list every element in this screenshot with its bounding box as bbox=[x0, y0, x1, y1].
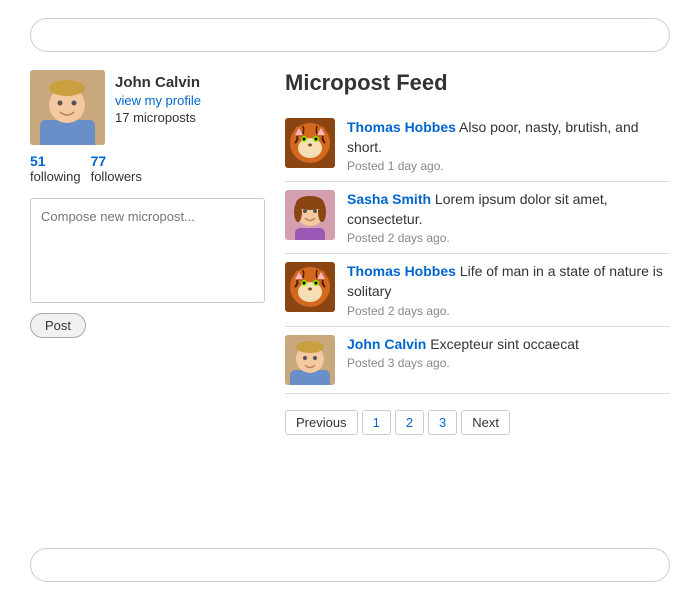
following-count[interactable]: 51 bbox=[30, 153, 46, 169]
feed-item: Thomas Hobbes Also poor, nasty, brutish,… bbox=[285, 110, 670, 182]
main-content: John Calvin view my profile 17 micropost… bbox=[30, 70, 670, 530]
following-group: 51 following bbox=[30, 153, 81, 184]
pagination: Previous 1 2 3 Next bbox=[285, 410, 670, 435]
post-button[interactable]: Post bbox=[30, 313, 86, 338]
user-details: John Calvin view my profile 17 micropost… bbox=[115, 70, 201, 125]
pagination-page-2[interactable]: 2 bbox=[395, 410, 424, 435]
followers-group: 77 followers bbox=[91, 153, 142, 184]
feed-author-2[interactable]: Thomas Hobbes bbox=[347, 263, 456, 279]
feed-time-1: Posted 2 days ago. bbox=[347, 231, 670, 245]
feed-author-3[interactable]: John Calvin bbox=[347, 336, 426, 352]
feed-time-0: Posted 1 day ago. bbox=[347, 159, 670, 173]
feed-author-1[interactable]: Sasha Smith bbox=[347, 191, 431, 207]
feed-author-0[interactable]: Thomas Hobbes bbox=[347, 119, 456, 135]
microposts-count: 17 microposts bbox=[115, 110, 201, 125]
feed-time-3: Posted 3 days ago. bbox=[347, 356, 670, 370]
feed-avatar-woman bbox=[285, 190, 335, 240]
avatar bbox=[30, 70, 105, 145]
feed-item: Thomas Hobbes Life of man in a state of … bbox=[285, 254, 670, 326]
feed-message-0: Thomas Hobbes Also poor, nasty, brutish,… bbox=[347, 118, 670, 157]
view-profile-link[interactable]: view my profile bbox=[115, 93, 201, 108]
feed-text-1: Sasha Smith Lorem ipsum dolor sit amet, … bbox=[347, 190, 670, 245]
feed-text-2: Thomas Hobbes Life of man in a state of … bbox=[347, 262, 670, 317]
pagination-previous[interactable]: Previous bbox=[285, 410, 358, 435]
feed-message-2: Thomas Hobbes Life of man in a state of … bbox=[347, 262, 670, 301]
user-info: John Calvin view my profile 17 micropost… bbox=[30, 70, 265, 145]
search-bar-bottom[interactable] bbox=[30, 548, 670, 582]
compose-box bbox=[30, 198, 265, 303]
followers-label: followers bbox=[91, 169, 142, 184]
sidebar: John Calvin view my profile 17 micropost… bbox=[30, 70, 265, 530]
feed-time-2: Posted 2 days ago. bbox=[347, 304, 670, 318]
feed-title: Micropost Feed bbox=[285, 70, 670, 96]
pagination-next[interactable]: Next bbox=[461, 410, 510, 435]
feed-item: John Calvin Excepteur sint occaecat Post… bbox=[285, 327, 670, 394]
pagination-page-1[interactable]: 1 bbox=[362, 410, 391, 435]
feed-avatar-tiger2 bbox=[285, 262, 335, 312]
pagination-page-3[interactable]: 3 bbox=[428, 410, 457, 435]
feed-text-3: John Calvin Excepteur sint occaecat Post… bbox=[347, 335, 670, 371]
search-bar-top[interactable] bbox=[30, 18, 670, 52]
feed-message-1: Sasha Smith Lorem ipsum dolor sit amet, … bbox=[347, 190, 670, 229]
follow-stats: 51 following 77 followers bbox=[30, 153, 265, 184]
compose-textarea[interactable] bbox=[31, 199, 264, 299]
feed-content-3: Excepteur sint occaecat bbox=[426, 336, 579, 352]
feed-text-0: Thomas Hobbes Also poor, nasty, brutish,… bbox=[347, 118, 670, 173]
feed: Micropost Feed bbox=[285, 70, 670, 530]
feed-avatar-boy bbox=[285, 335, 335, 385]
followers-count[interactable]: 77 bbox=[91, 153, 107, 169]
feed-message-3: John Calvin Excepteur sint occaecat bbox=[347, 335, 670, 355]
feed-item: Sasha Smith Lorem ipsum dolor sit amet, … bbox=[285, 182, 670, 254]
user-name: John Calvin bbox=[115, 74, 201, 91]
following-label: following bbox=[30, 169, 81, 184]
feed-avatar-tiger bbox=[285, 118, 335, 168]
